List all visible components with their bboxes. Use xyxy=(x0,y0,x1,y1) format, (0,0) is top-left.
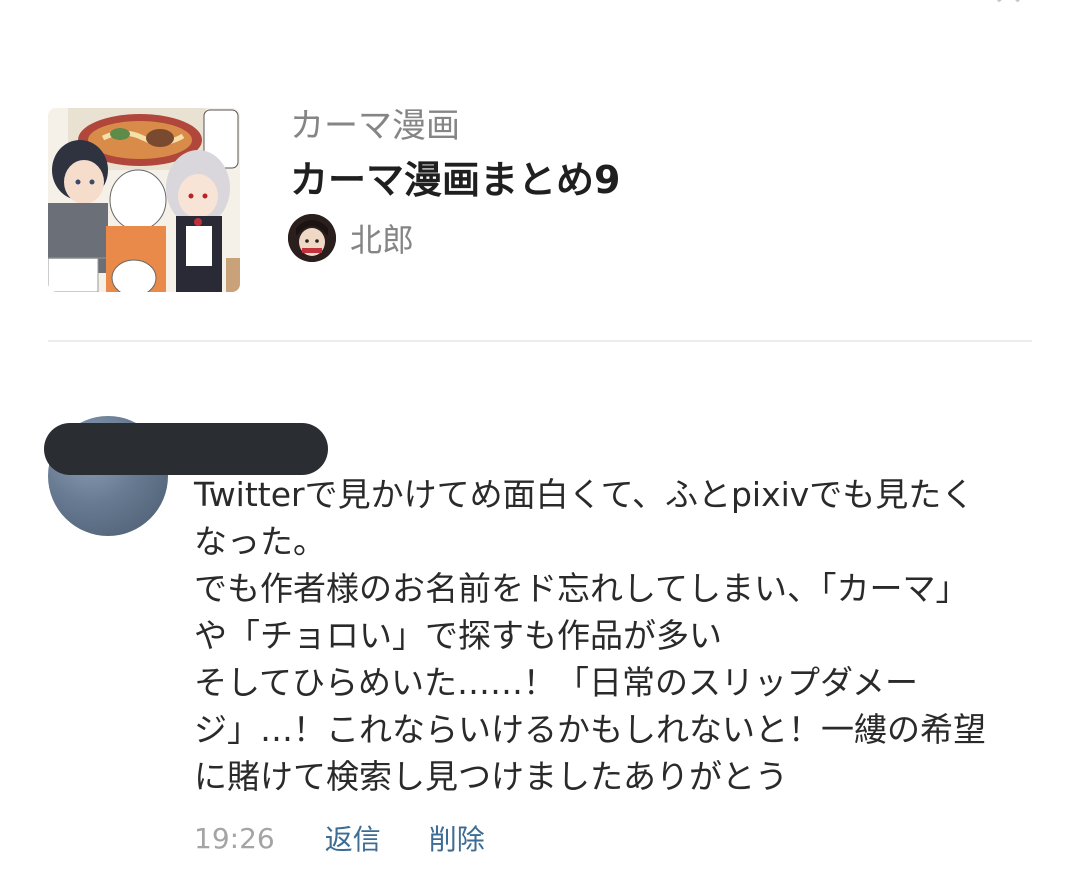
comment-line: ジ」…！これならいけるかもしれないと！一縷の希望 xyxy=(194,710,986,749)
comment-line: に賭けて検索し見つけましたありがとう xyxy=(194,757,788,796)
divider xyxy=(48,340,1032,342)
comment-timestamp: 19:26 xyxy=(194,821,275,855)
comment-meta: 19:26 返信 削除 xyxy=(194,818,485,858)
comment-line: でも作者様のお名前をド忘れしてしまい、「カーマ」 xyxy=(194,569,969,608)
author-link[interactable]: 北郎 xyxy=(288,212,414,264)
comment-line: そしてひらめいた……！「日常のスリップダメー xyxy=(194,663,919,702)
comment-line: なった。 xyxy=(194,522,326,561)
comment-line: Twitterで見かけてめ面白くて、ふとpixivでも見たく xyxy=(194,475,975,514)
redacted-commenter-name xyxy=(44,423,328,475)
comment-line: や「チョロい」で探すも作品が多い xyxy=(194,616,722,655)
delete-button[interactable]: 削除 xyxy=(429,818,485,858)
work-card[interactable]: カーマ漫画 カーマ漫画まとめ9 北郎 xyxy=(48,108,1028,294)
comment-text: Twitterで見かけてめ面白くて、ふとpixivでも見たく なった。 でも作者… xyxy=(194,471,1034,800)
reply-button[interactable]: 返信 xyxy=(325,818,381,858)
work-title[interactable]: カーマ漫画まとめ9 xyxy=(290,158,620,202)
corner-icon: ⌄⌄ xyxy=(990,0,1040,7)
work-series-label[interactable]: カーマ漫画 xyxy=(290,108,460,144)
author-name[interactable]: 北郎 xyxy=(350,215,414,261)
author-avatar[interactable] xyxy=(288,214,336,262)
work-thumbnail[interactable] xyxy=(48,108,240,292)
